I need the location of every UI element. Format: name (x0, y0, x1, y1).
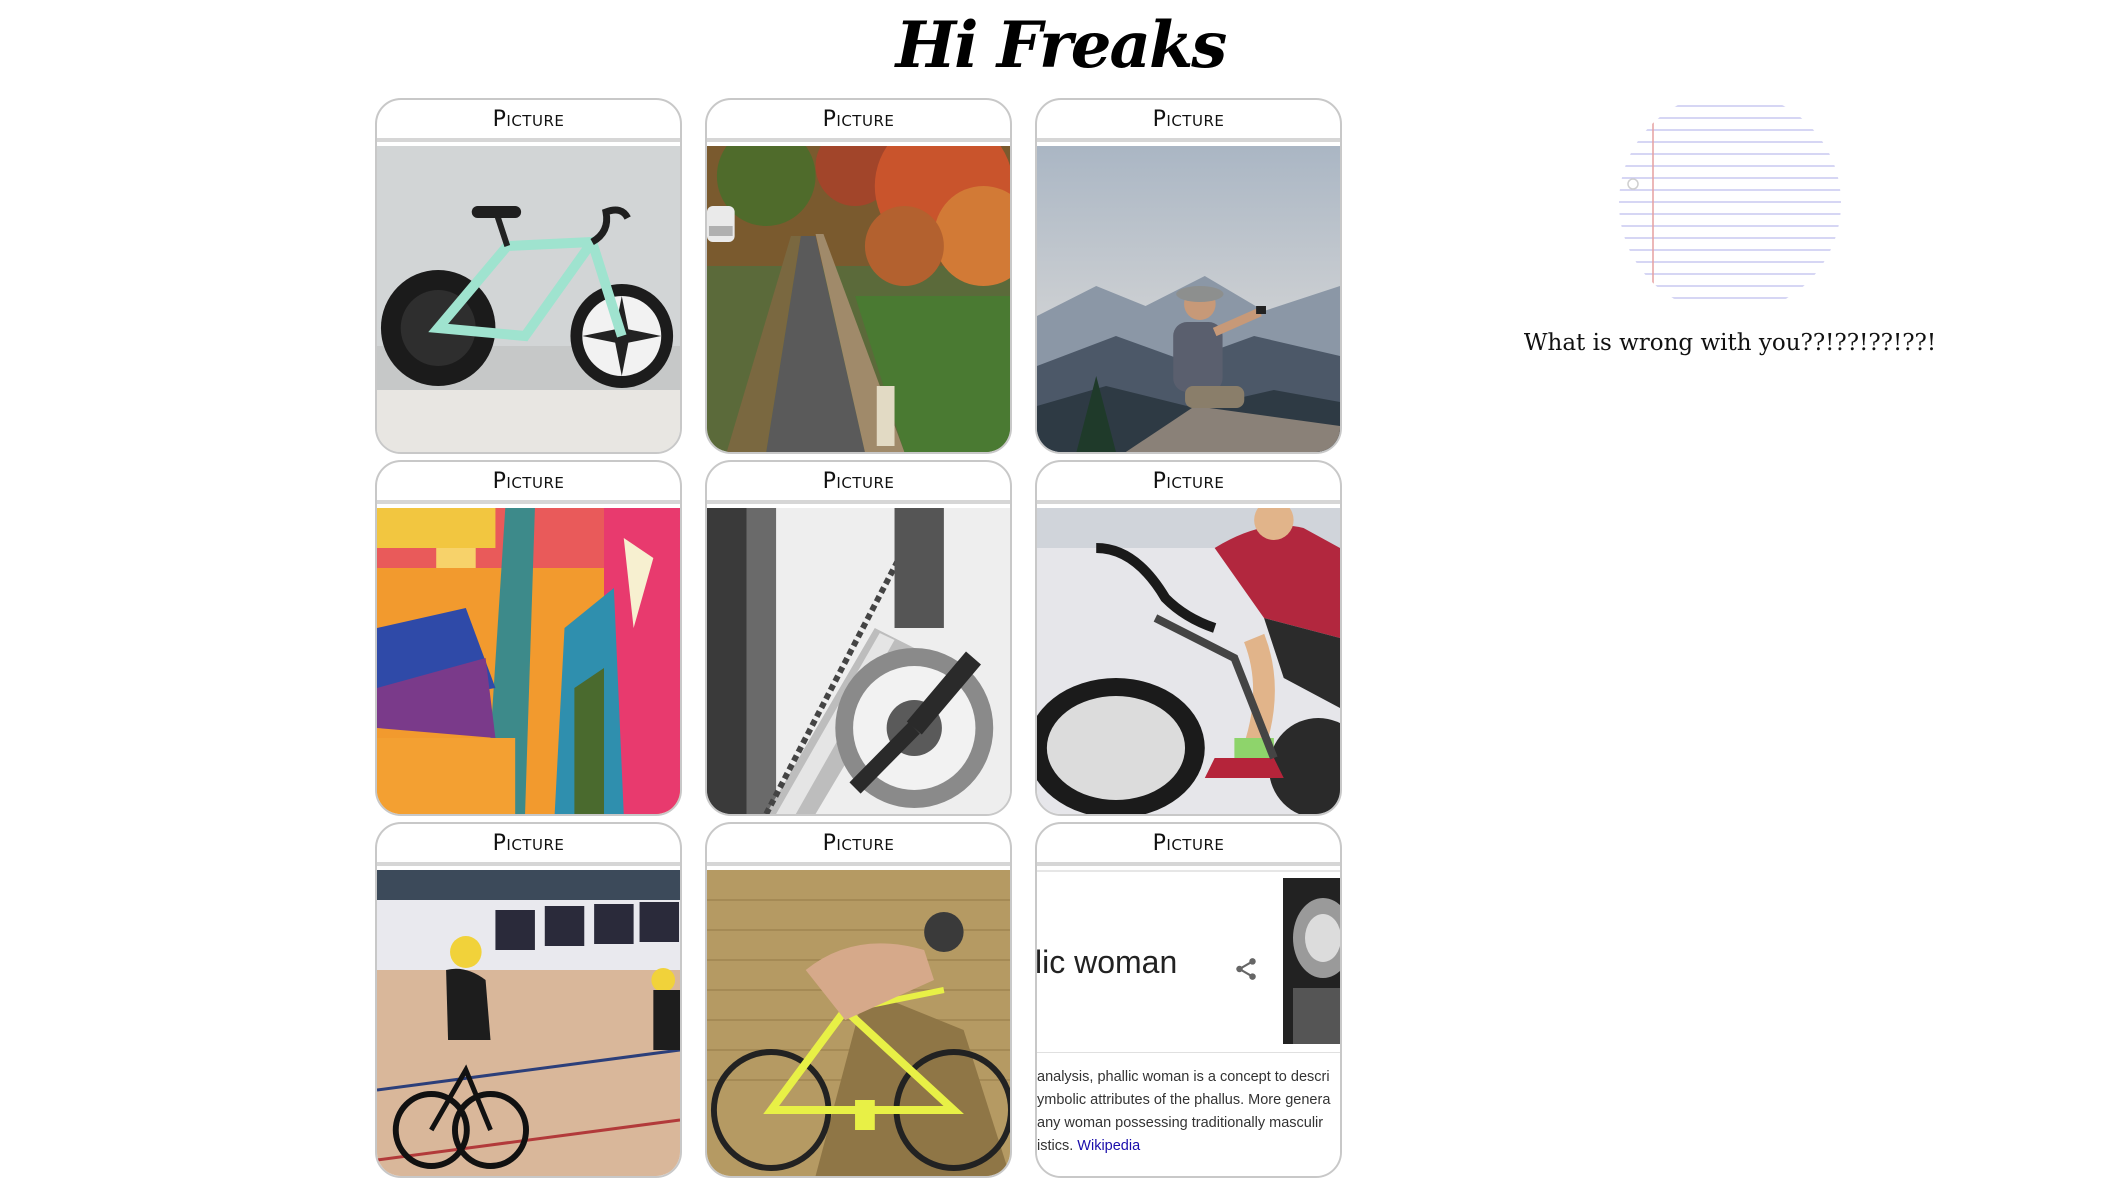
card-label: Picture (707, 824, 1010, 866)
picture-card[interactable]: Picture (375, 460, 682, 816)
snippet-line: istics. Wikipedia (1037, 1135, 1340, 1158)
avatar (1619, 92, 1841, 314)
card-label: Picture (707, 462, 1010, 504)
snippet-title: lic woman (1037, 944, 1178, 980)
yellow-bike-cyclist-image (707, 870, 1010, 1176)
page: Hi Freaks Picture Picture Picture Pictur… (0, 0, 2121, 1195)
card-label: Picture (1037, 100, 1340, 142)
bicycle-image (377, 146, 680, 452)
velodrome-image (377, 870, 680, 1176)
picture-grid: Picture Picture Picture Picture Picture … (375, 98, 1343, 1178)
picture-card[interactable]: Picture lic woman analysis, phallic woma… (1035, 822, 1342, 1178)
snippet-text: analysis, phallic woman is a concept to … (1037, 1066, 1340, 1158)
snippet-line: analysis, phallic woman is a concept to … (1037, 1069, 1330, 1085)
picture-card[interactable]: Picture (705, 822, 1012, 1178)
snippet-line-text: istics. (1037, 1138, 1078, 1154)
divider (1037, 870, 1340, 872)
card-label: Picture (377, 824, 680, 866)
card-label: Picture (377, 462, 680, 504)
sidebar: What is wrong with you??!??!??!??! (1460, 92, 2000, 356)
share-icon[interactable] (1233, 956, 1259, 982)
divider (1037, 1052, 1340, 1053)
picture-card[interactable]: Picture (1035, 460, 1342, 816)
hiker-image (1037, 146, 1340, 452)
autumn-road-image (707, 146, 1010, 452)
snippet-line: any woman possessing traditionally mascu… (1037, 1115, 1324, 1131)
snippet-line: ymbolic attributes of the phallus. More … (1037, 1092, 1331, 1108)
card-label: Picture (1037, 462, 1340, 504)
track-cyclist-image (1037, 508, 1340, 814)
wikipedia-link[interactable]: Wikipedia (1077, 1138, 1140, 1154)
picture-card[interactable]: Picture (705, 98, 1012, 454)
picture-card[interactable]: Picture (375, 822, 682, 1178)
picture-card[interactable]: Picture (375, 98, 682, 454)
snippet-thumbnail (1283, 878, 1340, 1044)
sidebar-caption: What is wrong with you??!??!??!??! (1523, 330, 1937, 356)
site-title: Hi Freaks (895, 8, 1228, 83)
abstract-painting-image (377, 508, 680, 814)
search-snippet: lic woman analysis, phallic woman is a c… (1037, 870, 1340, 1176)
card-label: Picture (707, 100, 1010, 142)
picture-card[interactable]: Picture (1035, 98, 1342, 454)
card-label: Picture (377, 100, 680, 142)
card-label: Picture (1037, 824, 1340, 866)
crankset-image (707, 508, 1010, 814)
picture-card[interactable]: Picture (705, 460, 1012, 816)
